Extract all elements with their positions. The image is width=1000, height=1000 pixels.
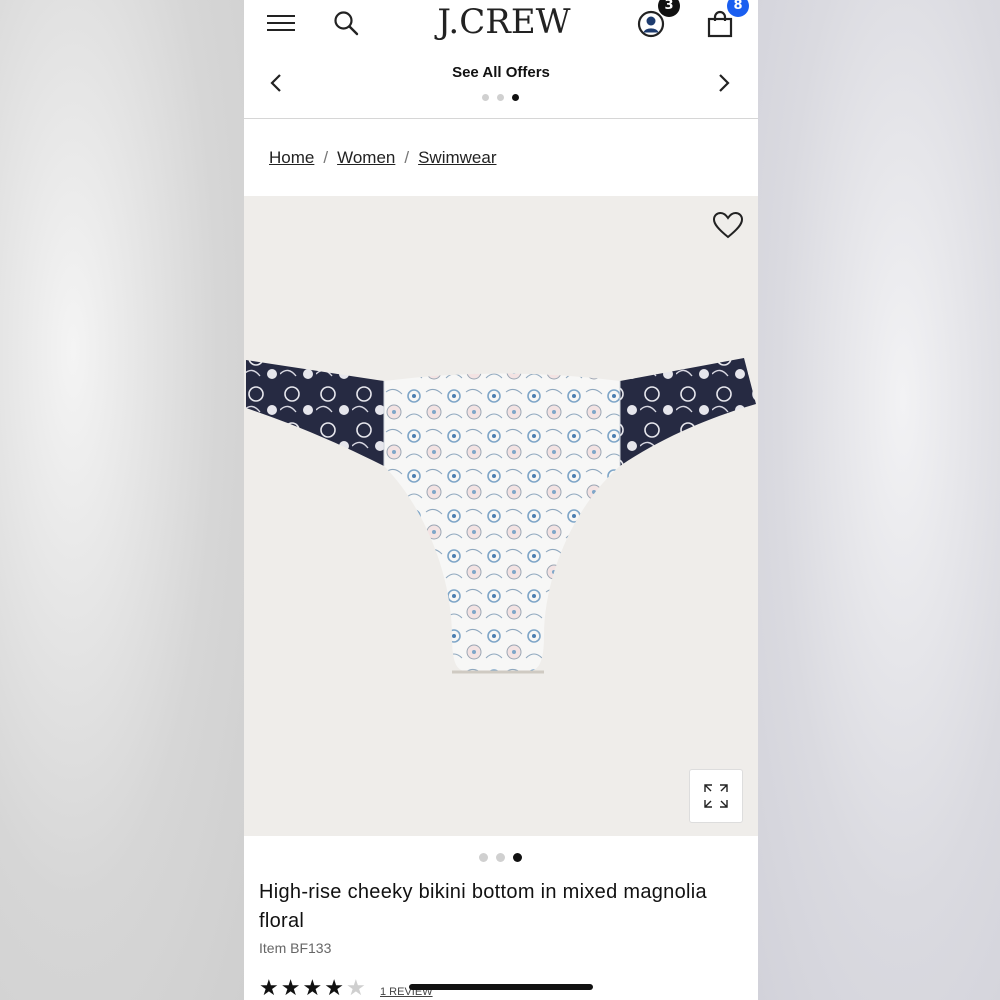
brand-logo[interactable]: J.CREW (424, 2, 584, 42)
mobile-page: J.CREW 3 8 See All Offers Home / Women /… (244, 0, 758, 1000)
star-filled-icon: ★ (280, 976, 301, 1000)
item-number: Item BF133 (259, 940, 332, 956)
star-filled-icon: ★ (302, 976, 323, 1000)
carousel-dot-active[interactable] (513, 853, 522, 862)
expand-image-button[interactable] (689, 769, 743, 823)
site-header: J.CREW 3 8 (244, 0, 758, 60)
carousel-dot-active[interactable] (512, 94, 519, 101)
carousel-dot[interactable] (497, 94, 504, 101)
header-divider (244, 118, 758, 119)
heart-icon[interactable] (712, 211, 744, 239)
expand-icon (704, 784, 728, 808)
background-left (0, 0, 244, 1000)
account-badge: 3 (658, 0, 680, 17)
image-carousel-dots (479, 853, 522, 862)
carousel-dot[interactable] (479, 853, 488, 862)
star-empty-icon: ★ (345, 976, 366, 1000)
see-all-offers-link[interactable]: See All Offers (244, 64, 758, 81)
breadcrumb-women[interactable]: Women (337, 148, 395, 168)
product-image-gallery[interactable] (244, 196, 758, 836)
breadcrumb-swimwear[interactable]: Swimwear (418, 148, 496, 168)
rating-stars[interactable]: ★ ★ ★ ★ ★ (259, 978, 366, 1000)
star-filled-icon: ★ (259, 976, 279, 1000)
background-right (757, 0, 1000, 1000)
home-indicator[interactable] (409, 984, 593, 990)
breadcrumb-home[interactable]: Home (269, 148, 314, 168)
product-title: High-rise cheeky bikini bottom in mixed … (259, 881, 707, 932)
product-info: High-rise cheeky bikini bottom in mixed … (244, 836, 758, 1000)
offers-banner: See All Offers (244, 60, 758, 118)
search-icon[interactable] (332, 9, 360, 37)
star-filled-icon: ★ (324, 976, 344, 1000)
chevron-right-icon[interactable] (712, 72, 734, 94)
carousel-dot[interactable] (482, 94, 489, 101)
breadcrumb-separator: / (323, 148, 329, 167)
carousel-dot[interactable] (496, 853, 505, 862)
offers-carousel-dots (482, 94, 519, 101)
breadcrumb: Home / Women / Swimwear (269, 148, 497, 168)
bag-count-badge: 8 (727, 0, 749, 17)
menu-icon[interactable] (267, 13, 295, 33)
breadcrumb-separator: / (404, 148, 410, 167)
product-image (246, 358, 756, 674)
